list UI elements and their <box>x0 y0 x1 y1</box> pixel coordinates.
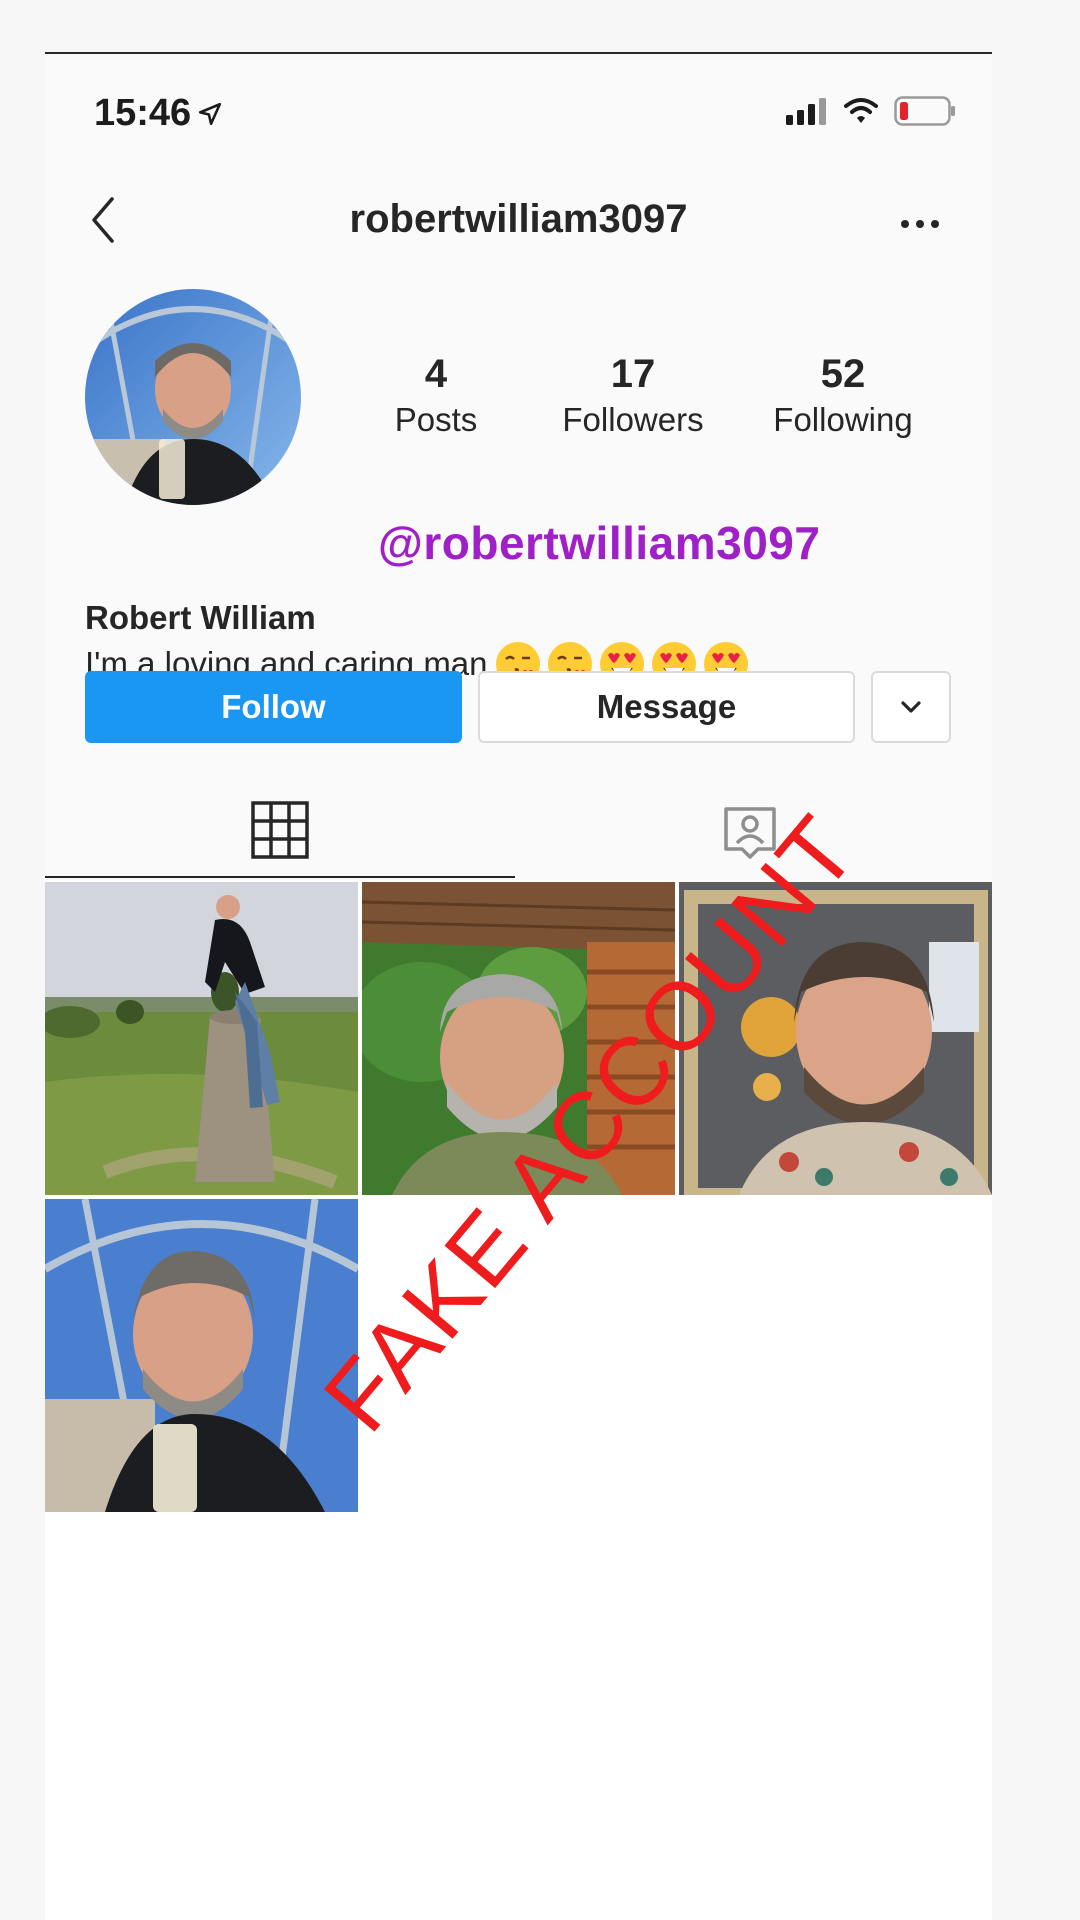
stat-following-label: Following <box>773 401 913 438</box>
post-photo-trig-point[interactable] <box>45 882 358 1195</box>
post-photo-restaurant-selfie[interactable] <box>679 882 992 1195</box>
status-indicators <box>786 96 956 126</box>
tab-posts-grid[interactable] <box>45 784 515 878</box>
stat-posts[interactable]: 4 Posts <box>346 352 526 442</box>
chevron-down-icon <box>901 701 921 713</box>
profile-username-title: robertwilliam3097 <box>349 197 688 241</box>
more-dots-icon <box>901 220 939 228</box>
profile-avatar[interactable] <box>85 289 301 505</box>
stat-followers[interactable]: 17 Followers <box>523 352 743 442</box>
follow-button[interactable]: Follow <box>85 671 462 743</box>
wifi-icon <box>844 98 878 123</box>
stat-posts-value: 4 <box>424 352 448 396</box>
more-options-button[interactable] <box>890 204 950 244</box>
stat-following[interactable]: 52 Following <box>728 352 958 442</box>
post-photo-cabin-selfie[interactable] <box>362 882 675 1195</box>
status-time: 15:46 <box>94 92 223 135</box>
battery-low-icon <box>894 96 955 126</box>
stat-followers-value: 17 <box>610 352 656 396</box>
stat-followers-label: Followers <box>562 401 704 438</box>
cellular-signal-icon <box>786 98 826 125</box>
suggested-accounts-button[interactable] <box>871 671 951 743</box>
location-arrow-icon <box>199 102 222 125</box>
tab-tagged[interactable] <box>515 784 985 878</box>
profile-tabs <box>45 784 992 878</box>
phone-screen: 15:46 robertwilliam3097 4 Posts 17 Follo… <box>45 54 992 1920</box>
tagged-icon <box>724 807 776 859</box>
grid-icon <box>251 801 309 859</box>
profile-stats: 4 Posts 17 Followers 52 Following <box>378 352 978 452</box>
stat-posts-label: Posts <box>394 401 478 438</box>
message-button[interactable]: Message <box>478 671 855 743</box>
avatar-photo <box>85 289 301 505</box>
stat-following-value: 52 <box>820 352 866 396</box>
profile-display-name: Robert William <box>85 599 316 636</box>
status-time-text: 15:46 <box>94 92 192 134</box>
handle-overlay-caption: @robertwilliam3097 <box>378 517 821 569</box>
post-photo-champagne-selfie[interactable] <box>45 1199 358 1512</box>
